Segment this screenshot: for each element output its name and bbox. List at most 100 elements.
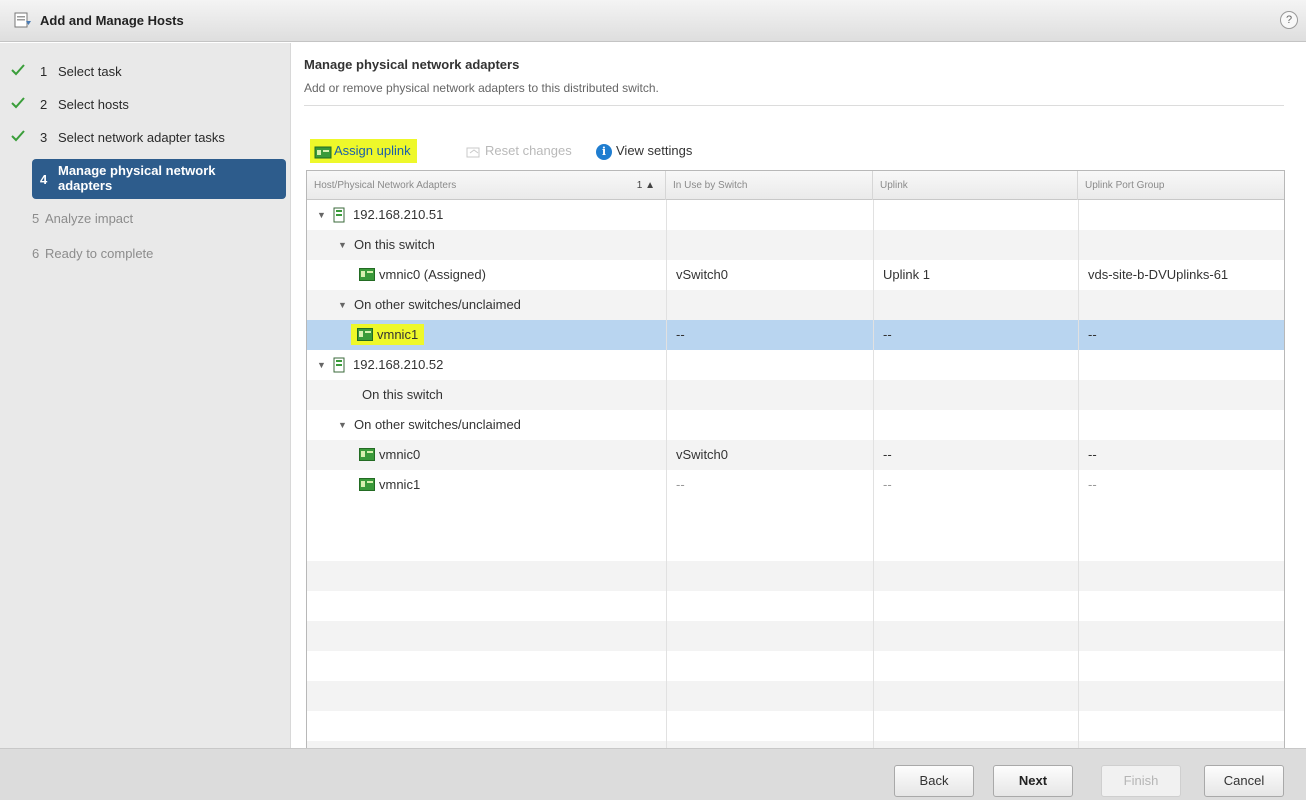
collapse-arrow-icon[interactable]: ▼: [317, 350, 326, 380]
column-header-uplink-port-group[interactable]: Uplink Port Group: [1078, 171, 1284, 200]
uplink-value: Uplink 1: [883, 267, 930, 282]
uplink-port-group: --: [1088, 477, 1097, 492]
step-label: Select hosts: [58, 97, 129, 112]
wizard-footer: Back Next Finish Cancel: [0, 748, 1306, 800]
assign-uplink-icon: [314, 146, 332, 159]
next-button[interactable]: Next: [993, 765, 1073, 797]
network-adapter-icon: [357, 328, 373, 341]
column-header-uplink[interactable]: Uplink: [873, 171, 1078, 200]
group-label: On other switches/unclaimed: [354, 297, 521, 312]
table-row[interactable]: ▼ 192.168.210.51: [307, 200, 1284, 230]
wizard-icon: [14, 12, 31, 28]
finish-button: Finish: [1101, 765, 1181, 797]
page-description: Add or remove physical network adapters …: [304, 81, 659, 95]
step-select-task[interactable]: 1 Select task: [0, 59, 291, 85]
view-settings-button[interactable]: i View settings: [596, 139, 692, 163]
wizard-steps: 1 Select task 2 Select hosts 3 Select ne…: [0, 43, 291, 748]
column-header-in-use-by-switch[interactable]: In Use by Switch: [666, 171, 873, 200]
in-use-by-switch: --: [676, 327, 685, 342]
host-name: 192.168.210.51: [353, 207, 444, 222]
step-label: Manage physical network adapters: [58, 163, 216, 193]
step-number: 1: [40, 64, 48, 79]
step-label: Analyze impact: [45, 211, 134, 226]
toolbar: Assign uplink Reset changes i View settin…: [308, 139, 908, 163]
highlight-marker: vmnic1: [351, 324, 425, 345]
uplink-value: --: [883, 447, 892, 462]
step-number: 3: [40, 130, 48, 145]
adapters-table: Host/Physical Network Adapters 1 ▲ In Us…: [306, 170, 1285, 781]
host-name: 192.168.210.52: [353, 357, 444, 372]
step-number: 2: [40, 97, 48, 112]
step-manage-physical-network-adapters[interactable]: 4 Manage physical network adapters: [32, 159, 286, 199]
collapse-arrow-icon[interactable]: ▼: [338, 290, 347, 320]
table-row-selected[interactable]: vmnic1 -- -- --: [307, 320, 1284, 350]
in-use-by-switch: --: [676, 477, 685, 492]
table-row[interactable]: ▼ On other switches/unclaimed: [307, 410, 1284, 440]
table-row[interactable]: ▼ On this switch: [307, 230, 1284, 260]
assign-uplink-button[interactable]: Assign uplink: [310, 139, 417, 163]
step-number: 5: [32, 211, 40, 226]
adapter-name: vmnic0: [379, 447, 421, 462]
help-icon[interactable]: ?: [1280, 11, 1298, 29]
table-row[interactable]: vmnic1 -- -- --: [307, 470, 1284, 500]
group-label: On this switch: [354, 237, 435, 252]
host-icon: [333, 207, 345, 223]
column-header-label: Uplink Port Group: [1085, 180, 1165, 191]
group-label: On this switch: [362, 387, 443, 402]
column-header-label: Uplink: [880, 180, 908, 191]
sort-ascending-icon[interactable]: 1 ▲: [637, 171, 655, 200]
step-analyze-impact: 5 Analyze impact: [0, 206, 291, 232]
info-icon: i: [596, 143, 612, 160]
network-adapter-icon: [359, 268, 375, 281]
step-select-network-adapter-tasks[interactable]: 3 Select network adapter tasks: [0, 125, 291, 151]
table-row[interactable]: vmnic0 vSwitch0 -- --: [307, 440, 1284, 470]
step-select-hosts[interactable]: 2 Select hosts: [0, 92, 291, 118]
uplink-value: --: [883, 477, 892, 492]
adapter-name: vmnic1: [379, 477, 421, 492]
table-row[interactable]: vmnic0 (Assigned) vSwitch0 Uplink 1 vds-…: [307, 260, 1284, 290]
collapse-arrow-icon[interactable]: ▼: [338, 230, 347, 260]
column-header-label: In Use by Switch: [673, 180, 748, 191]
assign-uplink-label: Assign uplink: [334, 143, 411, 158]
step-number: 4: [40, 172, 48, 187]
main-panel: Manage physical network adapters Add or …: [292, 43, 1306, 781]
uplink-value: --: [883, 327, 892, 342]
reset-changes-button[interactable]: Reset changes: [466, 139, 572, 163]
network-adapter-icon: [359, 448, 375, 461]
column-header-label: Host/Physical Network Adapters: [314, 180, 457, 191]
collapse-arrow-icon[interactable]: ▼: [317, 200, 326, 230]
step-number: 6: [32, 246, 40, 261]
reset-changes-label: Reset changes: [485, 143, 572, 158]
cancel-button[interactable]: Cancel: [1204, 765, 1284, 797]
adapter-name: vmnic1: [377, 327, 419, 342]
in-use-by-switch: vSwitch0: [676, 447, 729, 462]
header-divider: [304, 105, 1284, 106]
in-use-by-switch: vSwitch0: [676, 267, 729, 282]
host-icon: [333, 357, 345, 373]
table-row[interactable]: ▼ On other switches/unclaimed: [307, 290, 1284, 320]
collapse-arrow-icon[interactable]: ▼: [338, 410, 347, 440]
group-label: On other switches/unclaimed: [354, 417, 521, 432]
step-label: Ready to complete: [45, 246, 154, 261]
step-label: Select network adapter tasks: [58, 130, 225, 145]
table-row[interactable]: On this switch: [307, 380, 1284, 410]
table-header: Host/Physical Network Adapters 1 ▲ In Us…: [307, 171, 1284, 200]
reset-icon: [466, 147, 480, 158]
table-row[interactable]: ▼ 192.168.210.52: [307, 350, 1284, 380]
checkmark-icon: [11, 130, 25, 142]
back-button[interactable]: Back: [894, 765, 974, 797]
adapter-name: vmnic0 (Assigned): [379, 267, 486, 282]
step-ready-to-complete: 6 Ready to complete: [0, 241, 291, 267]
page-title: Manage physical network adapters: [304, 57, 520, 72]
uplink-port-group: vds-site-b-DVUplinks-61: [1088, 267, 1229, 282]
uplink-port-group: --: [1088, 447, 1097, 462]
view-settings-label: View settings: [616, 143, 693, 158]
column-header-host-adapters[interactable]: Host/Physical Network Adapters 1 ▲: [307, 171, 666, 200]
empty-rows: [307, 531, 1284, 780]
checkmark-icon: [11, 64, 25, 76]
step-label: Select task: [58, 64, 122, 79]
title-bar: Add and Manage Hosts ?: [0, 0, 1306, 42]
network-adapter-icon: [359, 478, 375, 491]
checkmark-icon: [11, 97, 25, 109]
window-title: Add and Manage Hosts: [40, 13, 184, 28]
